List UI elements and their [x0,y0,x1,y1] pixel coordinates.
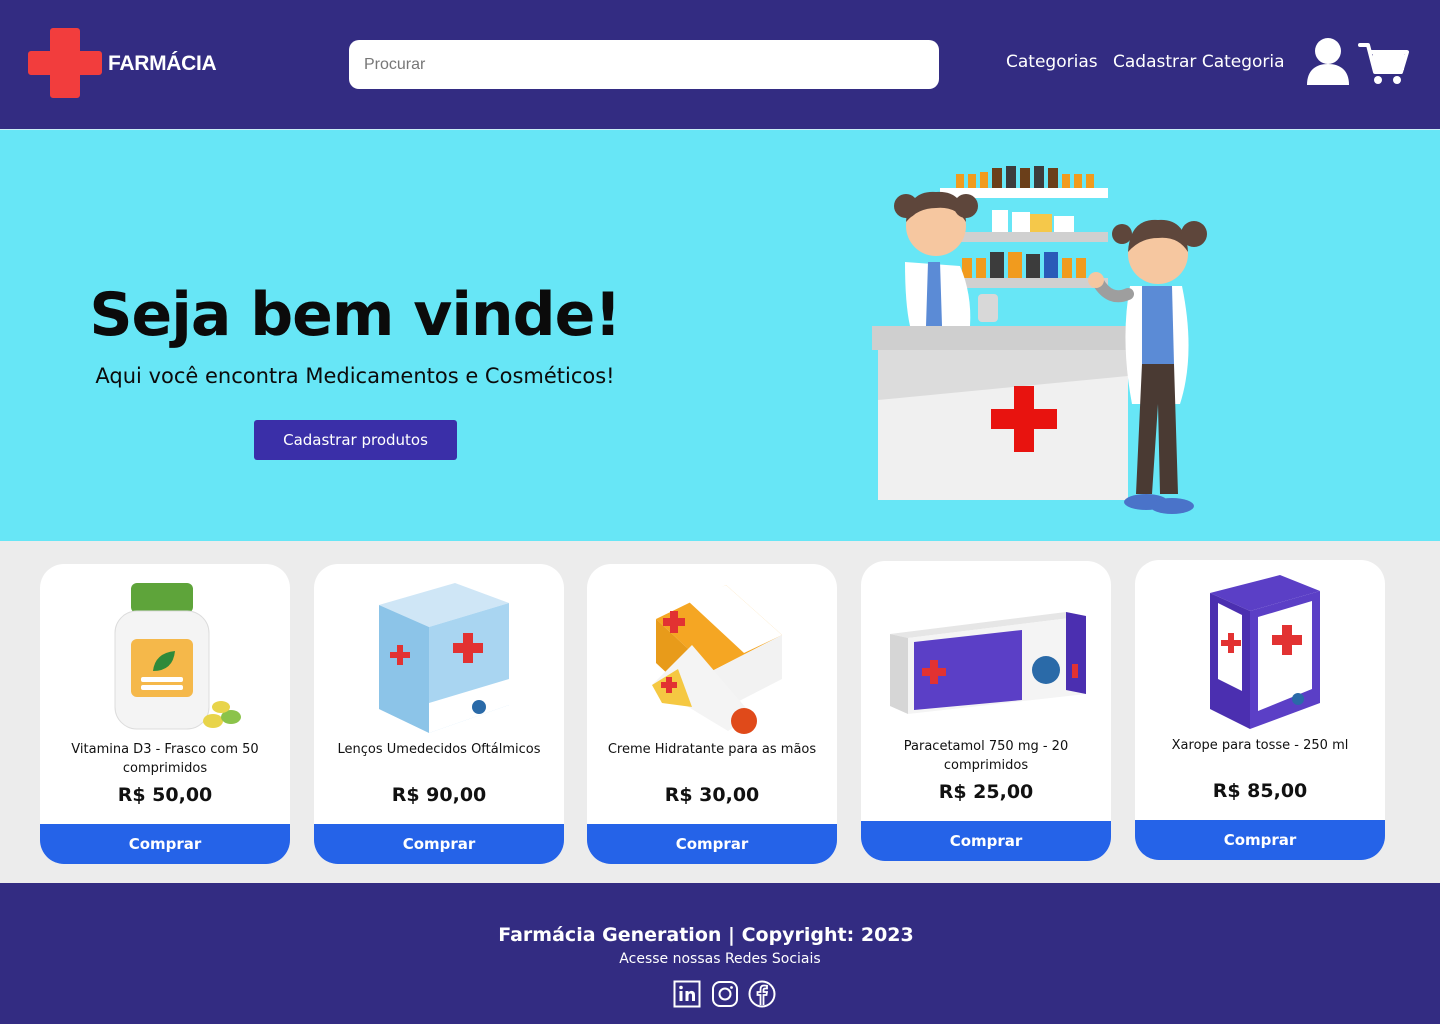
product-card: Creme Hidratante para as mãos R$ 30,00 C… [587,564,837,864]
logo[interactable] [28,26,102,100]
product-name: Vitamina D3 - Frasco com 50 comprimidos [71,742,259,776]
user-icon[interactable] [1306,37,1350,91]
pharmacists-illustration [872,166,1207,514]
footer-copyright: Farmácia Generation | Copyright: 2023 [498,924,914,946]
site-header: FARMÁCIA Categorias Cadastrar Categoria [0,0,1440,129]
instagram-icon[interactable] [711,980,739,1008]
red-cross-icon [28,28,102,98]
cart-icon[interactable] [1358,41,1410,91]
product-card: Vitamina D3 - Frasco com 50 comprimidos … [40,564,290,864]
facebook-icon[interactable] [748,980,776,1008]
register-products-button[interactable]: Cadastrar produtos [254,420,457,460]
footer-social-caption: Acesse nossas Redes Sociais [619,951,821,967]
product-name: Creme Hidratante para as mãos [607,742,817,757]
product-image [1135,568,1385,733]
product-image [40,572,290,737]
buy-button[interactable]: Comprar [40,824,290,864]
buy-button[interactable]: Comprar [314,824,564,864]
product-price: R$ 30,00 [664,784,760,806]
hero-subtitle: Aqui você encontra Medicamentos e Cosmét… [95,364,615,388]
linkedin-icon[interactable] [673,980,701,1008]
products-section: Vitamina D3 - Frasco com 50 comprimidos … [0,541,1440,883]
product-card: Paracetamol 750 mg - 20 comprimidos R$ 2… [861,561,1111,861]
product-card: Xarope para tosse - 250 ml R$ 85,00 Comp… [1135,560,1385,860]
product-name: Xarope para tosse - 250 ml [1171,738,1349,753]
buy-button[interactable]: Comprar [1135,820,1385,860]
product-price: R$ 50,00 [117,784,213,806]
nav-categories-link[interactable]: Categorias [1006,52,1098,72]
nav-register-category-link[interactable]: Cadastrar Categoria [1113,52,1285,72]
product-price: R$ 25,00 [938,781,1034,803]
product-name: Paracetamol 750 mg - 20 comprimidos [903,739,1069,773]
site-footer: Farmácia Generation | Copyright: 2023 Ac… [0,883,1440,1024]
product-image [314,572,564,737]
product-price: R$ 90,00 [391,784,487,806]
product-card: Lenços Umedecidos Oftálmicos R$ 90,00 Co… [314,564,564,864]
buy-button[interactable]: Comprar [587,824,837,864]
product-image [861,569,1111,734]
hero-banner: Seja bem vinde! Aqui você encontra Medic… [0,129,1440,541]
logo-text: FARMÁCIA [108,52,217,75]
hero-title: Seja bem vinde! [89,280,621,350]
product-image [587,572,837,737]
buy-button[interactable]: Comprar [861,821,1111,861]
product-name: Lenços Umedecidos Oftálmicos [337,742,541,757]
product-price: R$ 85,00 [1212,780,1308,802]
search-input[interactable] [349,40,939,89]
